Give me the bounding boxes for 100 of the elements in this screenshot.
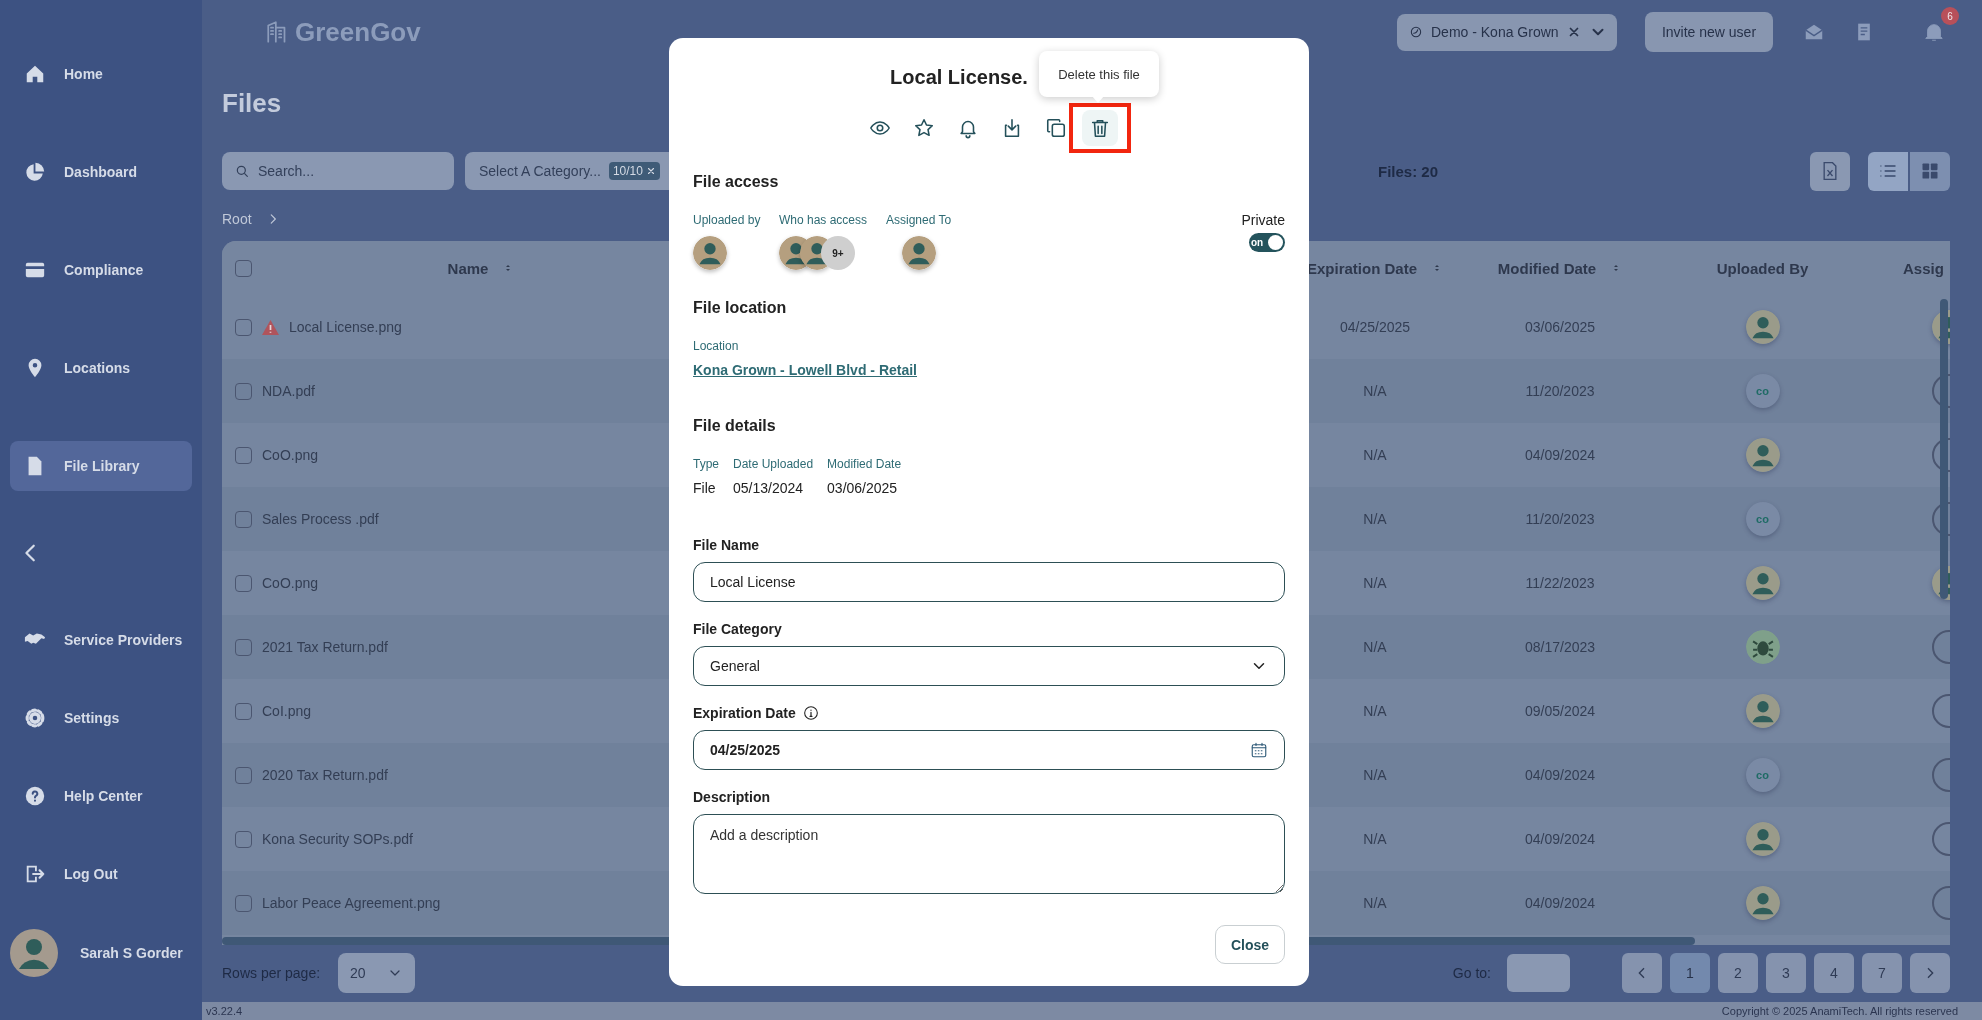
field-label: Type [693,456,719,473]
private-toggle[interactable]: on [1249,233,1285,252]
checkbox[interactable] [235,446,252,464]
copyright-text: Copyright © 2025 AnamiTech. All rights reserved [1721,1005,1958,1017]
table-cell: N/A [1363,575,1387,591]
help-icon [24,785,46,807]
table-cell: N/A [1363,895,1387,911]
filter-chip[interactable]: 10/10 [608,162,660,180]
checkbox[interactable] [235,574,252,592]
table-cell: 04/09/2024 [1524,831,1596,847]
table-cell: N/A [1363,447,1387,463]
column-header[interactable]: Name [447,259,489,277]
checkbox[interactable] [235,382,252,400]
user-avatar [693,236,727,270]
close-button[interactable]: Close [1215,925,1285,964]
vertical-scrollbar[interactable] [1940,299,1948,599]
checkbox[interactable] [235,702,252,720]
field-label: Expiration Date [693,704,796,722]
uploader-avatar [1745,886,1780,920]
sidebar-item[interactable]: Home [10,49,192,99]
page-button[interactable]: 3 [1766,953,1806,993]
sidebar-item[interactable]: Dashboard [10,147,192,197]
uploader-avatar: co [1745,758,1780,792]
description-input[interactable]: Add a description [693,814,1285,894]
circle-logo-icon [1409,25,1423,39]
field-label: Assigned To [886,212,952,229]
sidebar-item[interactable]: Locations [10,343,192,393]
checkbox[interactable] [235,510,252,528]
user-avatar [902,236,936,270]
file-name[interactable]: NDA.pdf [262,383,315,399]
invite-button[interactable]: Invite new user [1645,12,1773,52]
page-button[interactable]: 7 [1862,953,1902,993]
account-select[interactable]: Demo - Kona Grown [1397,13,1617,51]
expiration-date-input[interactable]: 04/25/2025 [693,730,1285,770]
column-header[interactable]: Modified Date [1497,259,1597,277]
search-field[interactable]: Search... [222,152,454,190]
info-icon [802,705,819,721]
home-icon [24,63,46,85]
notification-badge: 6 [1941,7,1959,25]
sidebar-item[interactable]: Settings [10,693,192,743]
logout-icon [24,863,46,885]
column-header[interactable]: Assig [1903,259,1944,277]
checkbox[interactable] [235,766,252,784]
checkbox[interactable] [235,259,252,277]
table-cell: 03/06/2025 [1524,319,1596,335]
spreadsheet-export-icon[interactable] [1810,151,1850,191]
file-name[interactable]: 2021 Tax Return.pdf [262,639,388,655]
rows-per-page-label: Rows per page: [222,965,321,981]
settings-icon [24,707,46,729]
field-label: Modified Date [827,456,902,473]
page-button[interactable]: 1 [1670,953,1710,993]
field-label: Who has access [779,212,868,229]
rows-per-page-select[interactable]: 20 [338,953,416,993]
file-name[interactable]: Local License.png [289,319,402,335]
sidebar-item[interactable]: Compliance [10,245,192,295]
list-view-icon[interactable] [1868,151,1908,191]
tooltip: Delete this file [1039,51,1159,97]
sidebar-item[interactable]: Help Center [10,771,192,821]
uploader-avatar [1745,438,1780,472]
category-select[interactable]: General [693,646,1285,686]
checkbox[interactable] [235,830,252,848]
column-header[interactable]: Uploaded By [1716,259,1809,277]
private-label: Private [1241,211,1285,230]
calendar-icon[interactable] [1250,741,1268,759]
column-header[interactable]: Expiration Date [1307,259,1417,277]
file-count: Files: 20 [1378,162,1439,180]
file-name[interactable]: CoI.png [262,703,312,719]
section-heading: File details [693,416,776,436]
file-name[interactable]: Sales Process .pdf [262,511,379,527]
sidebar-item[interactable]: File Library [10,441,192,491]
table-cell: 08/17/2023 [1524,639,1596,655]
breadcrumb-link[interactable]: Root [222,211,252,227]
go-to-input[interactable] [1507,954,1570,992]
sidebar-item[interactable]: Log Out [10,849,192,899]
more-users-count[interactable]: 9+ [821,236,855,270]
file-name[interactable]: Labor Peace Agreement.png [262,895,441,911]
file-name[interactable]: CoO.png [262,575,319,591]
page-button[interactable]: 2 [1718,953,1758,993]
table-cell: N/A [1363,831,1387,847]
checkbox[interactable] [235,638,252,656]
clear-icon[interactable] [1567,25,1581,39]
uploader-avatar [1745,694,1780,728]
grid-view-icon[interactable] [1910,151,1950,191]
field-label: Uploaded by [693,212,761,229]
table-cell: 04/25/2025 [1339,319,1411,335]
file-name-input[interactable]: Local License [693,562,1285,602]
checkbox[interactable] [235,894,252,912]
user-avatar[interactable] [10,929,58,977]
file-name[interactable]: CoO.png [262,447,319,463]
next-page-icon[interactable] [1910,953,1950,993]
checkbox[interactable] [235,318,252,336]
trash-icon[interactable] [1082,110,1118,146]
sidebar-item[interactable]: Service Providers [10,615,192,665]
page-button[interactable]: 4 [1814,953,1854,993]
version-text: v3.22.4 [206,1005,243,1017]
file-name[interactable]: Kona Security SOPs.pdf [262,831,413,847]
location-link[interactable]: Kona Grown - Lowell Blvd - Retail [693,361,917,379]
file-name[interactable]: 2020 Tax Return.pdf [262,767,388,783]
warning-icon [262,319,279,335]
previous-page-icon[interactable] [1622,953,1662,993]
